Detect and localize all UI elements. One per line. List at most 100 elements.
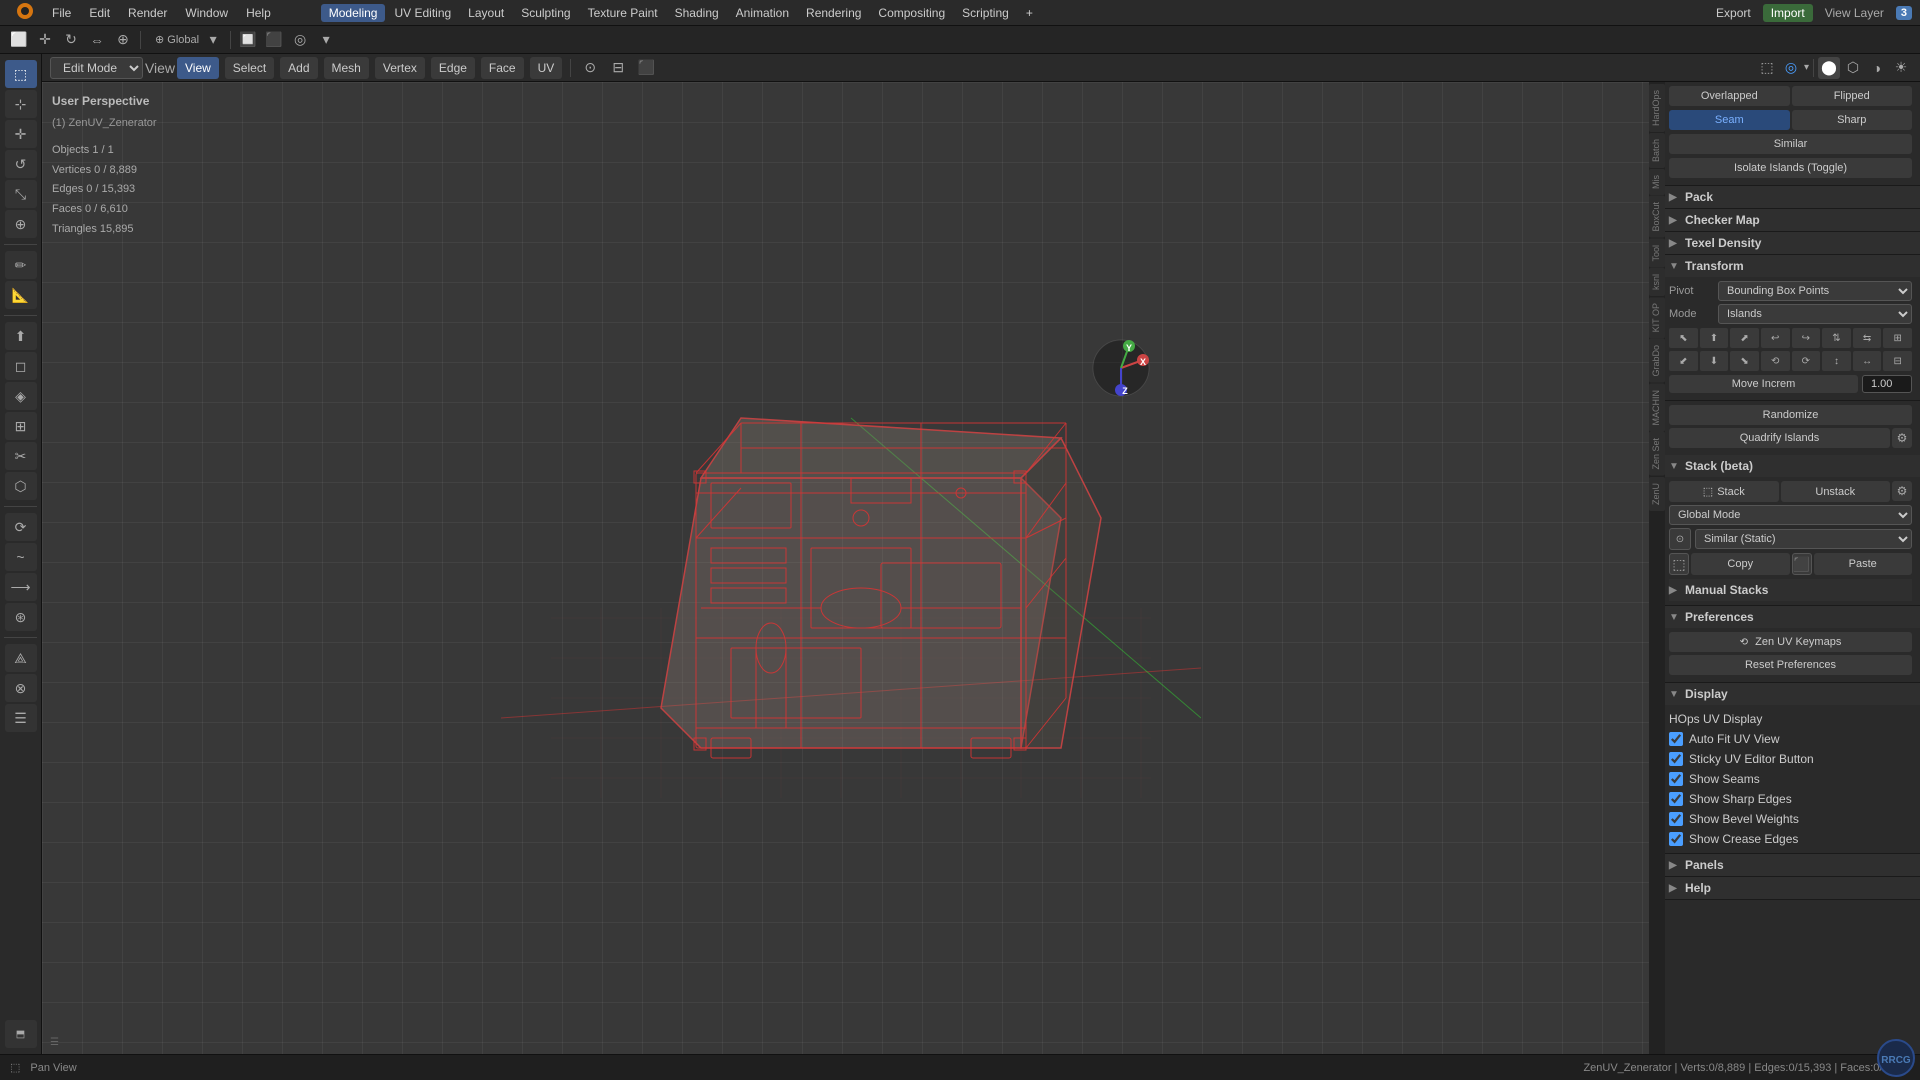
workspace-rendering[interactable]: Rendering xyxy=(798,4,869,22)
panels-header[interactable]: ▶ Panels xyxy=(1661,854,1920,876)
export-btn[interactable]: Export xyxy=(1708,4,1759,22)
wireframe-mode[interactable]: ⬡ xyxy=(1842,57,1864,79)
global-dropdown[interactable]: ▾ xyxy=(202,29,224,51)
import-btn[interactable]: Import xyxy=(1763,4,1813,22)
tool-move[interactable]: ✛ xyxy=(34,29,56,51)
tool-knife[interactable]: ✂ xyxy=(5,442,37,470)
snap-grid[interactable]: ⬛ xyxy=(263,29,285,51)
tool-poly-build[interactable]: ⬡ xyxy=(5,472,37,500)
workspace-uv[interactable]: UV Editing xyxy=(386,4,459,22)
tool-warp[interactable]: ⊗ xyxy=(5,674,37,702)
view-menu-btn[interactable]: View xyxy=(149,57,171,79)
tool-loop-cut[interactable]: ⊞ xyxy=(5,412,37,440)
tool-extrude[interactable]: ⬆ xyxy=(5,322,37,350)
workspace-scripting[interactable]: Scripting xyxy=(954,4,1017,22)
edit-mode-select[interactable]: Edit Mode xyxy=(50,57,143,79)
paste-btn[interactable]: Paste xyxy=(1814,553,1913,575)
copy-btn[interactable]: Copy xyxy=(1691,553,1790,575)
move-increm-btn[interactable]: Move Increm xyxy=(1669,375,1858,393)
xray-btn[interactable]: ⬚ xyxy=(1756,57,1778,79)
vtab-hardops[interactable]: HardOps xyxy=(1649,84,1665,132)
quadrify-gear[interactable]: ⚙ xyxy=(1892,428,1912,448)
vtab-kitop[interactable]: KIT OP xyxy=(1649,297,1665,338)
workspace-animation[interactable]: Animation xyxy=(728,4,797,22)
reset-preferences-btn[interactable]: Reset Preferences xyxy=(1669,655,1912,675)
auto-fit-checkbox[interactable] xyxy=(1669,732,1683,746)
vertex-btn[interactable]: Vertex xyxy=(375,57,425,79)
tgrid-1[interactable]: ⬉ xyxy=(1669,328,1698,348)
tgrid-11[interactable]: ⬊ xyxy=(1730,351,1759,371)
tgrid-14[interactable]: ↕ xyxy=(1822,351,1851,371)
menu-edit[interactable]: Edit xyxy=(81,4,118,22)
material-mode[interactable]: ◑ xyxy=(1866,57,1888,79)
workspace-texture[interactable]: Texture Paint xyxy=(580,4,666,22)
similar-icon[interactable]: ⊙ xyxy=(1669,528,1691,550)
snap-btn[interactable]: 🔲 xyxy=(237,29,259,51)
crease-checkbox[interactable] xyxy=(1669,832,1683,846)
help-header[interactable]: ▶ Help xyxy=(1661,877,1920,899)
edge-mode[interactable]: ⊟ xyxy=(607,57,629,79)
tool-edge-slide[interactable]: ⟶ xyxy=(5,573,37,601)
tool-rotate[interactable]: ↻ xyxy=(60,29,82,51)
render-mode[interactable]: ☀ xyxy=(1890,57,1912,79)
global-mode-select[interactable]: Global Mode xyxy=(1669,505,1912,525)
workspace-sculpting[interactable]: Sculpting xyxy=(513,4,578,22)
tgrid-8[interactable]: ⊞ xyxy=(1883,328,1912,348)
add-btn[interactable]: Add xyxy=(280,57,317,79)
stack-btn[interactable]: ⬚ Stack xyxy=(1669,481,1779,502)
seams-checkbox[interactable] xyxy=(1669,772,1683,786)
vtab-misc[interactable]: Mis xyxy=(1649,169,1665,195)
tgrid-7[interactable]: ⇆ xyxy=(1853,328,1882,348)
copy-icon[interactable]: ⬚ xyxy=(1669,553,1689,575)
workspace-layout[interactable]: Layout xyxy=(460,4,512,22)
tgrid-9[interactable]: ⬋ xyxy=(1669,351,1698,371)
vtab-batch[interactable]: Batch xyxy=(1649,133,1665,168)
tool-shrink[interactable]: ⊛ xyxy=(5,603,37,631)
tgrid-4[interactable]: ↩ xyxy=(1761,328,1790,348)
menu-help[interactable]: Help xyxy=(238,4,279,22)
btn-isolate-islands[interactable]: Isolate Islands (Toggle) xyxy=(1669,158,1912,178)
proportional[interactable]: ◎ xyxy=(289,29,311,51)
view-btn[interactable]: View xyxy=(177,57,219,79)
display-header[interactable]: ▼ Display xyxy=(1661,683,1920,705)
btn-overlapped[interactable]: Overlapped xyxy=(1669,86,1790,106)
workspace-compositing[interactable]: Compositing xyxy=(870,4,953,22)
tgrid-10[interactable]: ⬇ xyxy=(1700,351,1729,371)
texel-header[interactable]: ▶ Texel Density xyxy=(1661,232,1920,254)
tgrid-15[interactable]: ↔ xyxy=(1853,351,1882,371)
tgrid-2[interactable]: ⬆ xyxy=(1700,328,1729,348)
btn-sharp[interactable]: Sharp xyxy=(1792,110,1913,130)
select-btn[interactable]: Select xyxy=(225,57,274,79)
tool-annotate[interactable]: ✏ xyxy=(5,251,37,279)
face-mode[interactable]: ⬛ xyxy=(635,57,657,79)
btn-seam[interactable]: Seam xyxy=(1669,110,1790,130)
vtab-ksnl[interactable]: ksnl xyxy=(1649,268,1665,296)
main-viewport[interactable]: User Perspective (1) ZenUV_Zenerator Obj… xyxy=(42,82,1660,1054)
tgrid-16[interactable]: ⊟ xyxy=(1883,351,1912,371)
tool-select[interactable]: ⬚ xyxy=(5,60,37,88)
workspace-shading[interactable]: Shading xyxy=(667,4,727,22)
face-btn[interactable]: Face xyxy=(481,57,524,79)
tgrid-6[interactable]: ⇅ xyxy=(1822,328,1851,348)
tgrid-3[interactable]: ⬈ xyxy=(1730,328,1759,348)
tool-move2[interactable]: ✛ xyxy=(5,120,37,148)
overlay-btn[interactable]: ◎ xyxy=(1780,57,1802,79)
mesh-btn[interactable]: Mesh xyxy=(324,57,369,79)
bevel-checkbox[interactable] xyxy=(1669,812,1683,826)
move-increm-input[interactable] xyxy=(1862,375,1912,393)
tool-scale[interactable]: ⇔ xyxy=(86,29,108,51)
tool-shear[interactable]: ⟁ xyxy=(5,644,37,672)
quadrify-btn[interactable]: Quadrify Islands xyxy=(1669,428,1890,448)
tool-measure[interactable]: 📐 xyxy=(5,281,37,309)
uv-btn[interactable]: UV xyxy=(530,57,563,79)
manual-stacks-header[interactable]: ▶ Manual Stacks xyxy=(1669,579,1912,601)
tool-options[interactable]: ☰ xyxy=(5,704,37,732)
sticky-checkbox[interactable] xyxy=(1669,752,1683,766)
vtab-boxcut[interactable]: BoxCut xyxy=(1649,196,1665,238)
preferences-header[interactable]: ▼ Preferences xyxy=(1661,606,1920,628)
sharp-checkbox[interactable] xyxy=(1669,792,1683,806)
mode-select[interactable]: Islands xyxy=(1718,304,1912,324)
pack-header[interactable]: ▶ Pack xyxy=(1661,186,1920,208)
tool-transform[interactable]: ⊕ xyxy=(112,29,134,51)
tool-select-box[interactable]: ⬜ xyxy=(8,29,30,51)
